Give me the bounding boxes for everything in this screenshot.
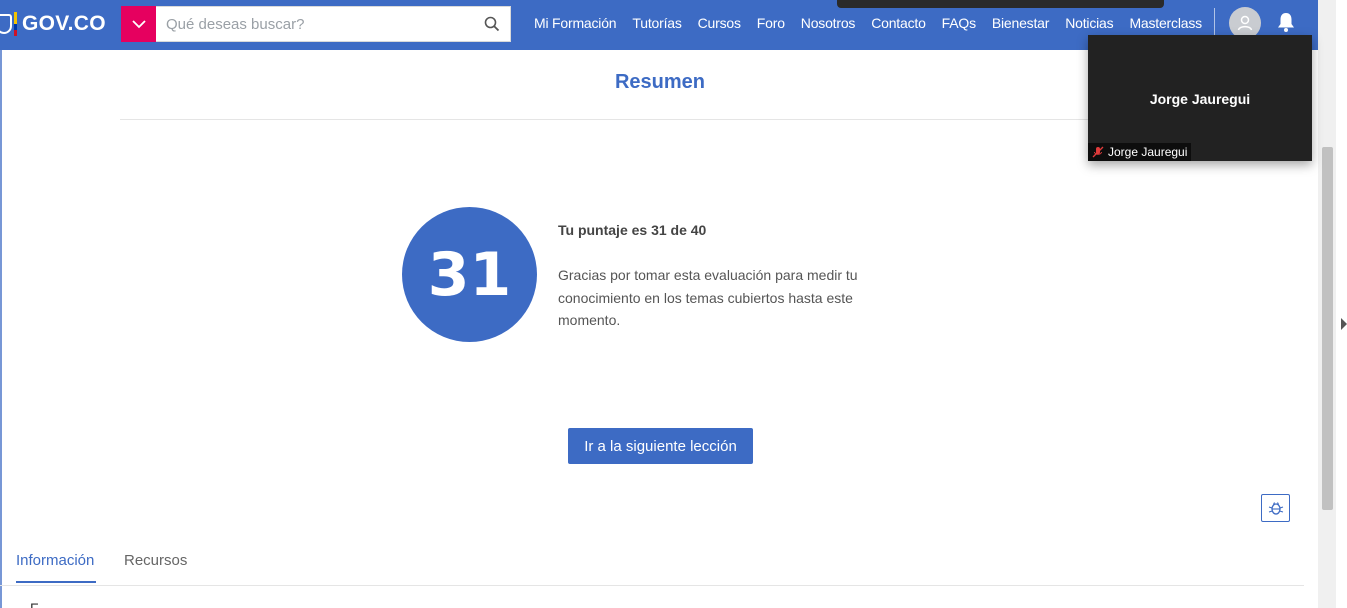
tab-recursos[interactable]: Recursos [124,552,187,581]
expand-panel-icon[interactable] [1341,318,1347,330]
page-scrollbar[interactable] [1318,0,1336,608]
nav-tutorias[interactable]: Tutorías [624,15,689,31]
notifications-bell-icon[interactable] [1276,11,1296,33]
participant-name: Jorge Jauregui [1149,91,1251,107]
coat-of-arms-icon [0,14,12,34]
user-icon [1237,15,1253,31]
video-call-tile[interactable]: Jorge Jauregui Jorge Jauregui [1088,35,1312,161]
tab-informacion[interactable]: Información [16,552,96,583]
search-bar [121,6,511,42]
nav-bienestar[interactable]: Bienestar [984,15,1057,31]
page-title: Resumen [614,71,706,93]
score-message: Gracias por tomar esta evaluación para m… [558,267,858,328]
nav-nosotros[interactable]: Nosotros [793,15,863,31]
nav-mi-formacion[interactable]: Mi Formación [526,15,624,31]
govco-logo[interactable]: GOV.CO [0,9,106,39]
bug-icon [1268,502,1283,515]
colombia-flag-icon [14,12,17,36]
tab-content-text: F [30,600,39,608]
score-circle: 31 [402,207,537,342]
title-divider [120,119,1210,120]
report-bug-button[interactable] [1261,494,1290,522]
participant-tag: Jorge Jauregui [1088,143,1192,161]
nav-masterclass[interactable]: Masterclass [1121,15,1209,31]
search-dropdown-button[interactable] [121,6,156,42]
nav-noticias[interactable]: Noticias [1057,15,1121,31]
next-lesson-button[interactable]: Ir a la siguiente lección [568,428,753,464]
content-tabs: Información Recursos [0,540,1304,586]
logo-text: GOV.CO [22,12,106,35]
participant-tag-label: Jorge Jauregui [1108,145,1188,159]
window-gutter [1336,0,1347,608]
search-input[interactable] [156,8,466,40]
search-icon[interactable] [484,16,500,32]
screen-share-bar [837,0,1164,8]
nav-contacto[interactable]: Contacto [863,15,933,31]
nav-foro[interactable]: Foro [749,15,793,31]
nav-faqs[interactable]: FAQs [934,15,984,31]
chevron-down-icon [131,20,146,29]
nav-divider [1214,8,1215,38]
page-left-border [0,50,2,608]
score-heading: Tu puntaje es 31 de 40 [558,222,707,238]
nav-cursos[interactable]: Cursos [690,15,749,31]
scrollbar-thumb[interactable] [1322,147,1333,510]
mic-muted-icon [1092,146,1104,158]
